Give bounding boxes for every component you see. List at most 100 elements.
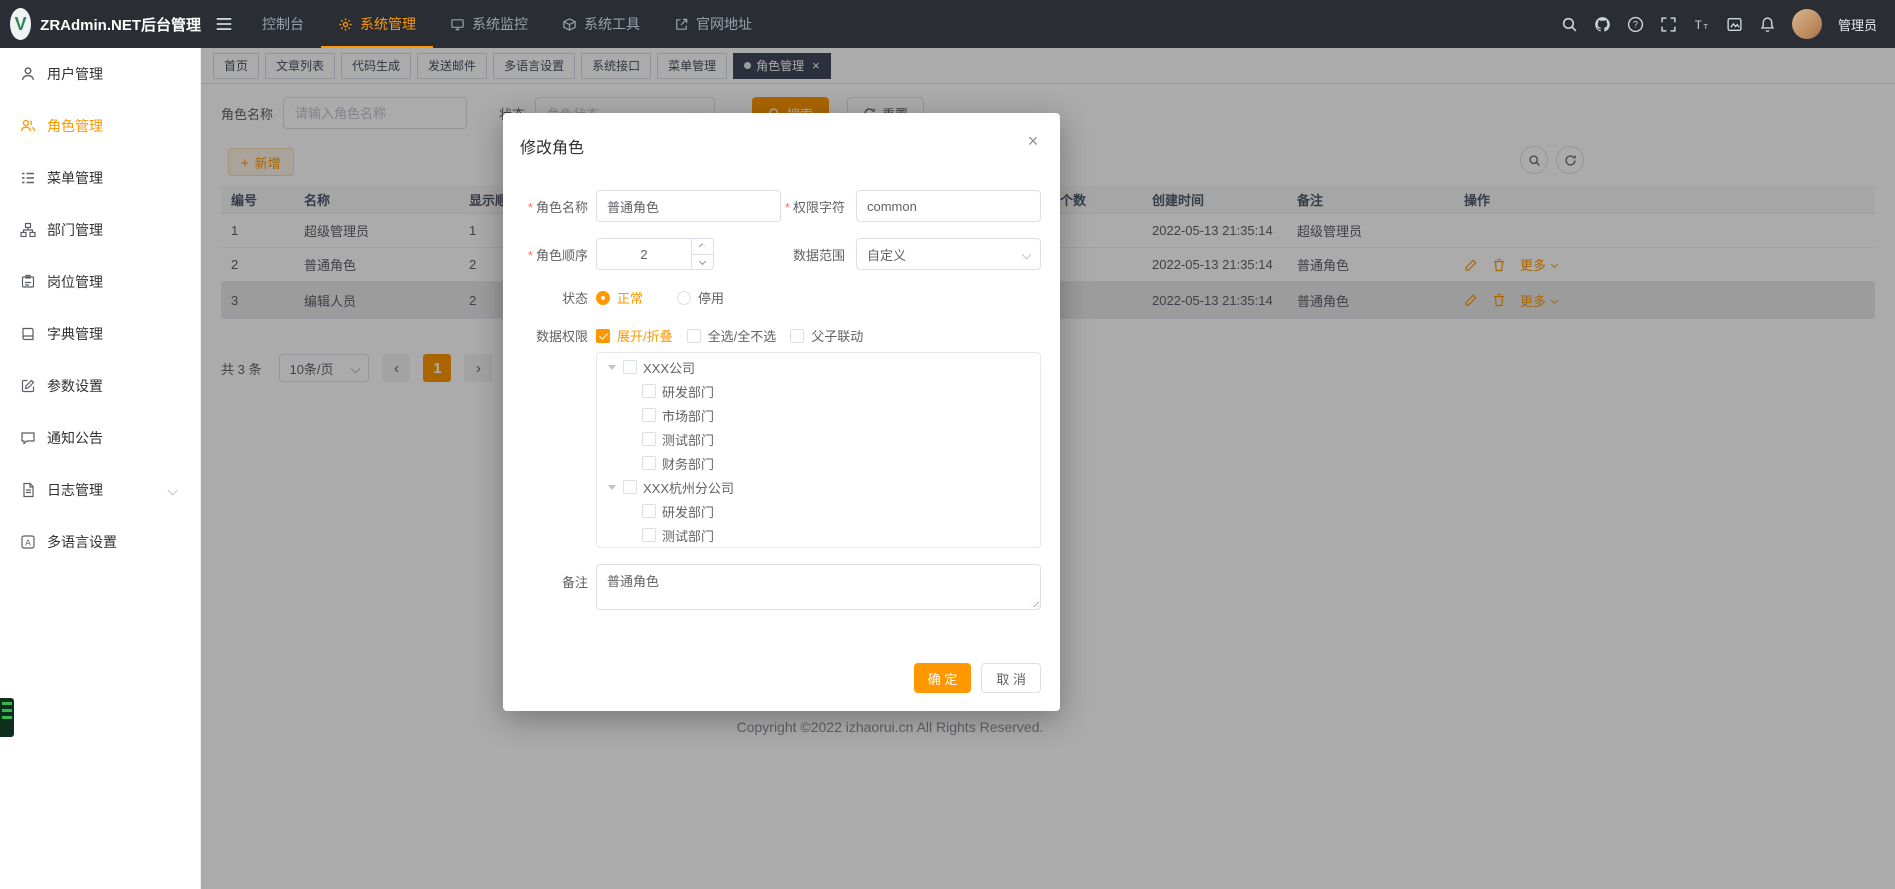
nav-system-monitor[interactable]: 系统监控 <box>433 0 545 48</box>
username[interactable]: 管理员 <box>1838 15 1877 34</box>
remark-textarea[interactable]: 普通角色 <box>596 564 1041 610</box>
checkbox-parent-child-link[interactable]: 父子联动 <box>790 326 863 345</box>
nav-system-management[interactable]: 系统管理 <box>321 0 433 48</box>
sidebar: 用户管理 角色管理 菜单管理 部门管理 岗位管理 字典管理 参数设置 通知公告 <box>0 48 201 889</box>
hamburger-menu-icon[interactable] <box>215 15 233 33</box>
sidebar-item-posts[interactable]: 岗位管理 <box>0 256 200 308</box>
form-row-status: 状态 正常 停用 <box>503 288 724 307</box>
checkbox-box[interactable] <box>642 408 656 422</box>
tree-node-dept[interactable]: 市场部门 <box>597 403 1040 427</box>
role-order-stepper <box>596 238 714 270</box>
sidebar-item-roles[interactable]: 角色管理 <box>0 100 200 152</box>
required-mark: * <box>528 248 533 263</box>
data-scope-select[interactable]: 自定义 <box>856 238 1041 270</box>
avatar[interactable] <box>1792 9 1822 39</box>
checkbox-box[interactable] <box>623 360 637 374</box>
tree-node-label: XXX杭州分公司 <box>643 478 734 497</box>
remark-label: 备注 <box>503 564 596 591</box>
bell-icon[interactable] <box>1759 16 1776 33</box>
radio-label: 停用 <box>698 288 724 307</box>
sidebar-item-parameters[interactable]: 参数设置 <box>0 360 200 412</box>
sidebar-item-notices[interactable]: 通知公告 <box>0 412 200 464</box>
font-size-icon[interactable]: TT <box>1693 16 1710 33</box>
checkbox-box[interactable] <box>642 432 656 446</box>
tree-expand-icon[interactable] <box>608 485 616 490</box>
github-icon[interactable] <box>1594 16 1611 33</box>
cancel-button[interactable]: 取 消 <box>981 663 1041 693</box>
tree-node-branch-company[interactable]: XXX杭州分公司 <box>597 475 1040 499</box>
brand: V ZRAdmin.NET后台管理 <box>0 8 201 40</box>
checkbox-box[interactable] <box>642 504 656 518</box>
status-radio-normal[interactable]: 正常 <box>596 288 643 307</box>
checkbox-box[interactable] <box>642 528 656 542</box>
confirm-button[interactable]: 确 定 <box>914 663 972 693</box>
form-row-name-key: *角色名称 *权限字符 <box>503 190 1041 222</box>
tree-expand-icon[interactable] <box>608 365 616 370</box>
image-icon[interactable] <box>1726 16 1743 33</box>
remark-textarea-wrap: 普通角色 <box>596 564 1041 610</box>
widget-stripe <box>2 709 12 712</box>
checkbox-expand-collapse[interactable]: 展开/折叠 <box>596 326 673 345</box>
svg-text:T: T <box>1695 18 1702 31</box>
menu-list-icon <box>20 170 36 186</box>
top-nav: 控制台 系统管理 系统监控 系统工具 <box>245 0 769 48</box>
chevron-up-icon <box>699 243 706 250</box>
sidebar-item-departments[interactable]: 部门管理 <box>0 204 200 256</box>
data-perm-label: 数据权限 <box>503 326 596 345</box>
sidebar-item-label: 字典管理 <box>47 324 103 344</box>
sidebar-item-menus[interactable]: 菜单管理 <box>0 152 200 204</box>
tree-node-label: 研发部门 <box>662 382 714 401</box>
svg-text:?: ? <box>1633 19 1638 29</box>
app-logo: V <box>10 8 31 40</box>
tree-node-label: 市场部门 <box>662 406 714 425</box>
search-icon[interactable] <box>1561 16 1578 33</box>
tree-node-dept[interactable]: 测试部门 <box>597 427 1040 451</box>
increase-button[interactable] <box>692 239 713 255</box>
tree-node-dept[interactable]: 研发部门 <box>597 379 1040 403</box>
sidebar-item-dictionary[interactable]: 字典管理 <box>0 308 200 360</box>
checkbox-box[interactable] <box>623 480 637 494</box>
status-radio-disabled[interactable]: 停用 <box>677 288 724 307</box>
tree-node-dept[interactable]: 测试部门 <box>597 523 1040 547</box>
nav-console[interactable]: 控制台 <box>245 0 321 48</box>
tree-node-dept[interactable]: 财务部门 <box>597 451 1040 475</box>
roles-icon <box>20 118 36 134</box>
nav-system-tools[interactable]: 系统工具 <box>545 0 657 48</box>
role-name-input[interactable] <box>596 190 781 222</box>
role-key-input[interactable] <box>856 190 1041 222</box>
sidebar-item-users[interactable]: 用户管理 <box>0 48 200 100</box>
sidebar-item-label: 角色管理 <box>47 116 103 136</box>
tree-node-company[interactable]: XXX公司 <box>597 355 1040 379</box>
tree-node-label: 测试部门 <box>662 526 714 545</box>
taskbar-thumbnail-widget[interactable] <box>0 698 14 737</box>
decrease-button[interactable] <box>692 255 713 270</box>
form-row-order-scope: *角色顺序 数据范围 自定义 <box>503 238 1041 270</box>
fullscreen-icon[interactable] <box>1660 16 1677 33</box>
top-bar: V ZRAdmin.NET后台管理 控制台 系统管理 系统监控 <box>0 0 1895 48</box>
sidebar-item-label: 参数设置 <box>47 376 103 396</box>
checkbox-box <box>790 329 804 343</box>
checkbox-select-all[interactable]: 全选/全不选 <box>687 326 777 345</box>
org-tree-icon <box>20 222 36 238</box>
help-icon[interactable]: ? <box>1627 16 1644 33</box>
widget-stripe <box>2 716 12 719</box>
tree-node-dept[interactable]: 研发部门 <box>597 499 1040 523</box>
checkbox-label: 展开/折叠 <box>617 326 673 345</box>
radio-dot <box>677 291 691 305</box>
tree-node-label: 测试部门 <box>662 430 714 449</box>
sidebar-item-label: 日志管理 <box>47 480 103 500</box>
nav-website-link[interactable]: 官网地址 <box>657 0 769 48</box>
permission-tree: XXX公司 研发部门 市场部门 测试部门 财务部门 XXX杭州分公司 <box>596 352 1041 548</box>
checkbox-box[interactable] <box>642 384 656 398</box>
role-key-label: *权限字符 <box>781 197 856 216</box>
sidebar-item-i18n[interactable]: A 多语言设置 <box>0 516 200 568</box>
svg-text:T: T <box>1703 21 1708 30</box>
checkbox-box[interactable] <box>642 456 656 470</box>
role-name-label: *角色名称 <box>503 197 596 216</box>
checkbox-label: 父子联动 <box>811 326 863 345</box>
chevron-down-icon <box>699 258 706 265</box>
svg-text:A: A <box>25 537 31 547</box>
close-icon[interactable]: × <box>1022 130 1044 152</box>
chevron-down-icon <box>1022 249 1032 259</box>
sidebar-item-logs[interactable]: 日志管理 <box>0 464 200 516</box>
